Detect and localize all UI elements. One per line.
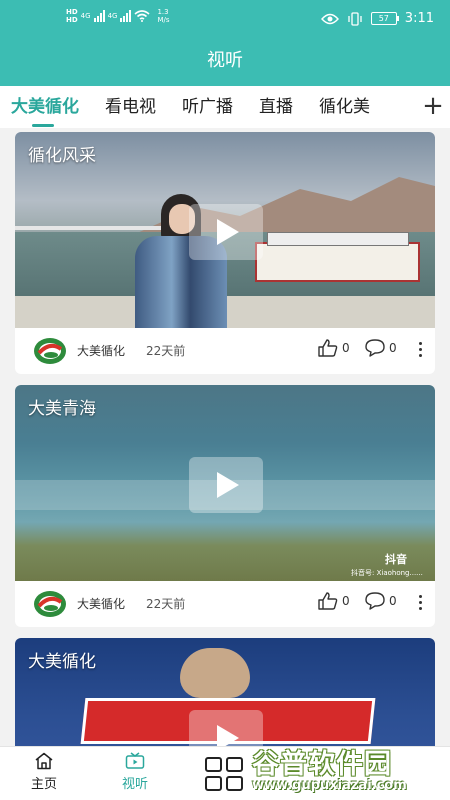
net-speed-unit: M/s (157, 16, 170, 24)
like-count: 0 (342, 341, 350, 355)
comment-count: 0 (389, 594, 397, 608)
video-thumbnail[interactable]: 大美青海 抖音 抖音号: Xiaohong...... (15, 385, 435, 581)
vibrate-icon (348, 11, 362, 26)
thumbs-up-icon (318, 339, 338, 357)
tab-live[interactable]: 直播 (246, 87, 306, 127)
douyin-watermark: 抖音 (385, 553, 407, 566)
like-button[interactable]: 0 (318, 339, 350, 357)
network2-label: 4G (107, 12, 118, 20)
nav-audiovisual-label: 视听 (121, 777, 148, 792)
tab-watch-tv[interactable]: 看电视 (92, 87, 169, 127)
signal-icon (120, 10, 132, 22)
battery-icon: 57 (370, 12, 399, 25)
watermark-title: 谷普软件园 (252, 749, 392, 780)
channel-logo-icon (34, 338, 66, 364)
sim2-label: HD (66, 16, 78, 24)
nav-home[interactable]: 主页 (14, 747, 74, 800)
video-meta: 大美循化 22天前 0 0 (15, 328, 435, 374)
thumbs-up-icon (318, 592, 338, 610)
tab-xunhua-mei[interactable]: 循化美 (306, 87, 383, 127)
nav-audiovisual[interactable]: 视听 (105, 747, 165, 800)
sim-labels: HD HD (66, 8, 78, 24)
like-count: 0 (342, 594, 350, 608)
eye-icon (320, 13, 339, 24)
status-left: HD HD 4G 4G 1.3 M/s (66, 8, 170, 24)
play-button[interactable] (189, 457, 263, 513)
comment-count: 0 (389, 341, 397, 355)
more-options-icon[interactable] (417, 340, 423, 360)
video-thumbnail[interactable]: 循化风采 (15, 132, 435, 328)
post-time: 22天前 (146, 344, 186, 358)
channel-name[interactable]: 大美循化 (77, 342, 125, 359)
play-button[interactable] (189, 204, 263, 260)
video-thumbnail[interactable]: 大美循化 (15, 638, 435, 746)
play-button[interactable] (189, 710, 263, 746)
comment-button[interactable]: 0 (365, 592, 397, 610)
video-meta: 大美循化 22天前 0 0 (15, 581, 435, 627)
home-icon (35, 752, 53, 770)
watermark-url: www.gupuxiazai.com (252, 778, 407, 793)
status-time: 3:11 (404, 11, 434, 26)
grid-icon[interactable] (205, 757, 245, 793)
douyin-id: 抖音号: Xiaohong...... (351, 569, 423, 577)
net-speed: 1.3 M/s (157, 8, 169, 24)
network1-label: 4G (80, 12, 91, 20)
more-options-icon[interactable] (417, 593, 423, 613)
status-bar: HD HD 4G 4G 1.3 M/s 57 3:11 (0, 0, 450, 38)
page-title: 视听 (207, 50, 243, 71)
like-button[interactable]: 0 (318, 592, 350, 610)
status-right: 57 3:11 (320, 11, 434, 26)
net-speed-value: 1.3 (157, 8, 169, 16)
channel-name[interactable]: 大美循化 (77, 595, 125, 612)
video-card[interactable]: 大美循化 (15, 638, 435, 746)
category-tabs: 大美循化 看电视 听广播 直播 循化美 + (0, 86, 450, 128)
thumb-boat (255, 232, 420, 282)
title-bar: 视听 (0, 38, 450, 86)
comment-button[interactable]: 0 (365, 339, 397, 357)
video-card[interactable]: 大美青海 抖音 抖音号: Xiaohong...... 大美循化 22天前 0 … (15, 385, 435, 627)
wifi-icon (134, 10, 150, 22)
site-watermark: 谷普软件园 www.gupuxiazai.com (252, 742, 450, 800)
video-title: 循化风采 (28, 146, 96, 166)
video-feed[interactable]: 循化风采 大美循化 22天前 0 0 大美青海 抖音 抖音号: Xiaohong… (0, 128, 450, 746)
nav-home-label: 主页 (30, 777, 57, 792)
video-title: 大美青海 (28, 399, 96, 419)
channel-logo-icon (34, 591, 66, 617)
video-card[interactable]: 循化风采 大美循化 22天前 0 0 (15, 132, 435, 374)
comment-icon (365, 339, 385, 357)
comment-icon (365, 592, 385, 610)
post-time: 22天前 (146, 597, 186, 611)
add-tab-button[interactable]: + (416, 86, 450, 128)
tv-icon (125, 752, 145, 769)
video-title: 大美循化 (28, 652, 96, 672)
tab-radio[interactable]: 听广播 (169, 87, 246, 127)
sim1-label: HD (66, 8, 78, 16)
thumb-yak-skull (180, 648, 250, 698)
tab-damei-xunhua[interactable]: 大美循化 (0, 87, 92, 127)
signal-icon (93, 10, 105, 22)
